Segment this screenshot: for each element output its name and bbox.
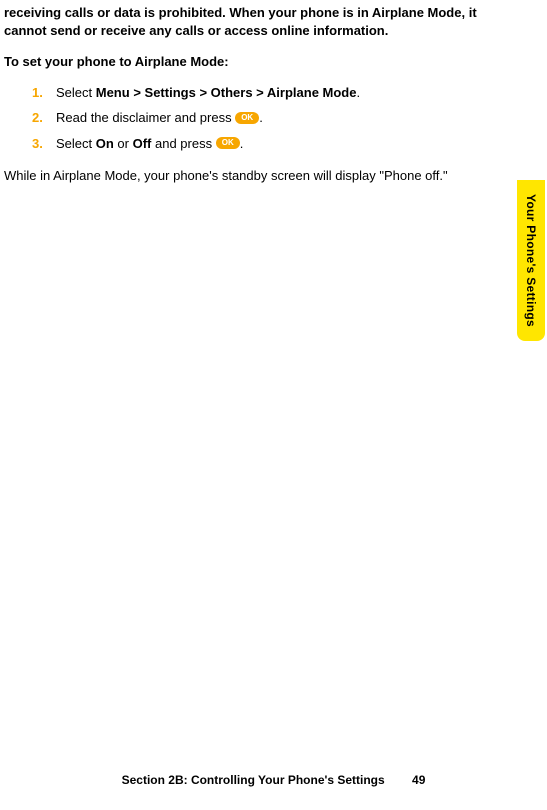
off-label: Off xyxy=(133,136,152,151)
step-number: 1. xyxy=(32,83,43,103)
ok-icon: OK xyxy=(235,112,259,124)
settings-label: Settings xyxy=(145,85,196,100)
press-text: and press xyxy=(151,136,215,151)
step-period: . xyxy=(356,85,360,100)
others-label: Others xyxy=(211,85,253,100)
step-text: Read the disclaimer and press xyxy=(56,110,235,125)
separator: > xyxy=(130,85,145,100)
page-footer: Section 2B: Controlling Your Phone's Set… xyxy=(0,772,547,788)
intro-paragraph: receiving calls or data is prohibited. W… xyxy=(4,4,497,39)
step-text: Select xyxy=(56,85,96,100)
instruction-heading: To set your phone to Airplane Mode: xyxy=(4,53,497,71)
page-content: receiving calls or data is prohibited. W… xyxy=(0,0,547,185)
closing-paragraph: While in Airplane Mode, your phone's sta… xyxy=(4,167,497,185)
airplane-mode-label: Airplane Mode xyxy=(267,85,357,100)
side-tab: Your Phone's Settings xyxy=(517,180,545,341)
step-2: 2. Read the disclaimer and press OK. xyxy=(32,108,497,128)
footer-section: Section 2B: Controlling Your Phone's Set… xyxy=(122,773,385,787)
ok-icon: OK xyxy=(216,137,240,149)
step-period: . xyxy=(259,110,263,125)
step-number: 2. xyxy=(32,108,43,128)
menu-label: Menu xyxy=(96,85,130,100)
step-3: 3. Select On or Off and press OK. xyxy=(32,134,497,154)
or-text: or xyxy=(114,136,133,151)
separator: > xyxy=(196,85,211,100)
step-period: . xyxy=(240,136,244,151)
on-label: On xyxy=(96,136,114,151)
step-number: 3. xyxy=(32,134,43,154)
step-list: 1. Select Menu > Settings > Others > Air… xyxy=(4,83,497,154)
step-1: 1. Select Menu > Settings > Others > Air… xyxy=(32,83,497,103)
page-number: 49 xyxy=(412,773,425,787)
step-text: Select xyxy=(56,136,96,151)
separator: > xyxy=(253,85,267,100)
